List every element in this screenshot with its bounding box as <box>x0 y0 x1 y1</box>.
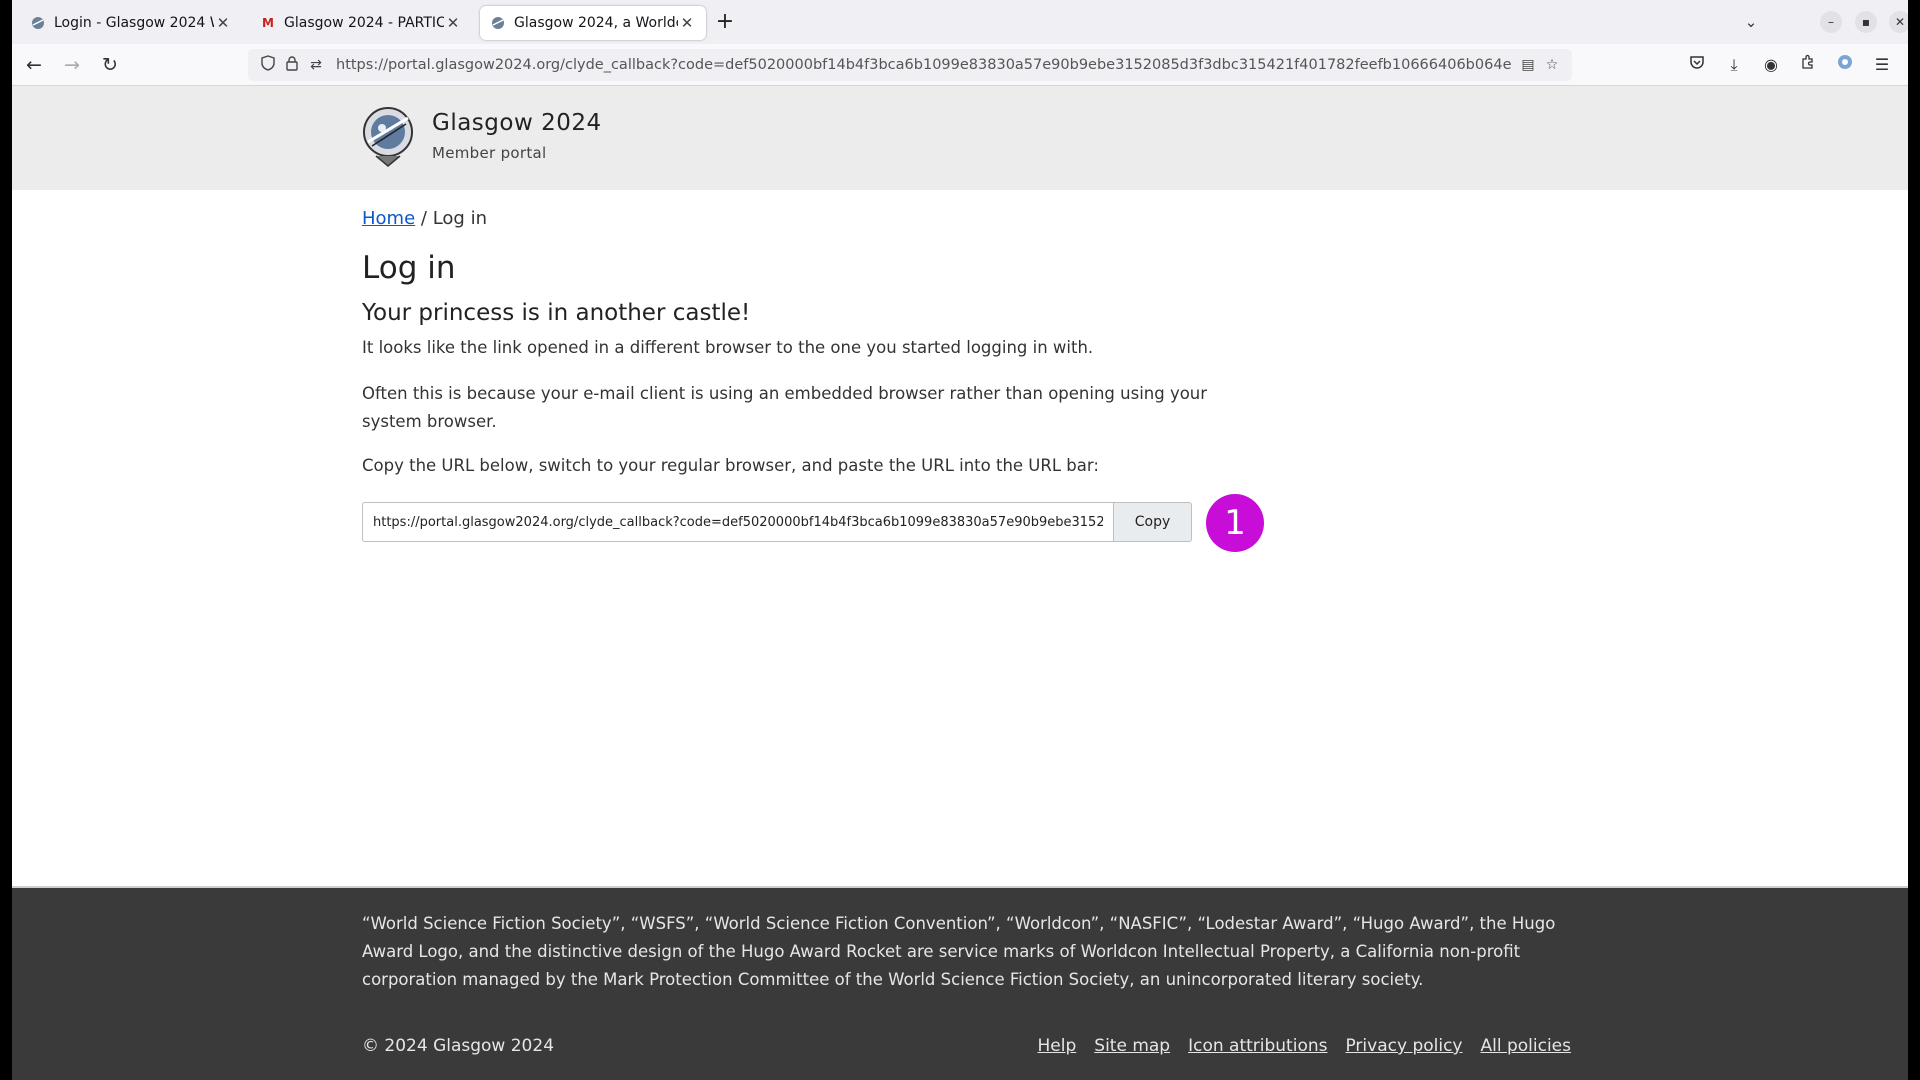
maximize-icon[interactable]: ▪ <box>1855 11 1877 33</box>
gmail-favicon-icon: M <box>262 16 274 30</box>
download-icon[interactable]: ⤓ <box>1721 53 1747 77</box>
footer-links: Help Site map Icon attributions Privacy … <box>1038 1036 1571 1056</box>
extension-badge-icon[interactable] <box>1832 53 1858 77</box>
breadcrumb-home-link[interactable]: Home <box>362 208 415 229</box>
footer-link-all-policies[interactable]: All policies <box>1480 1036 1571 1056</box>
close-icon[interactable]: ✕ <box>678 14 696 32</box>
reload-icon[interactable]: ↻ <box>96 52 124 78</box>
tab-title: Glasgow 2024, a Worldco <box>514 15 678 31</box>
worldcon-favicon-icon <box>30 15 46 31</box>
site-subtitle: Member portal <box>432 144 547 162</box>
tab-title: Glasgow 2024 - PARTICIP <box>284 15 444 31</box>
explanation-text: It looks like the link opened in a diffe… <box>362 338 1094 357</box>
extensions-icon[interactable] <box>1795 53 1821 77</box>
lock-icon[interactable] <box>280 55 304 75</box>
tab-title: Login - Glasgow 2024 Wo <box>54 15 214 31</box>
url-text[interactable]: https://portal.glasgow2024.org/clyde_cal… <box>336 57 1516 73</box>
site-header: Glasgow 2024 Member portal <box>12 86 1908 190</box>
tab-worldcon-active[interactable]: Glasgow 2024, a Worldco ✕ <box>480 6 706 40</box>
bookmark-star-icon[interactable]: ☆ <box>1540 57 1564 73</box>
page-title: Log in <box>362 250 456 286</box>
footer-link-help[interactable]: Help <box>1038 1036 1077 1056</box>
callback-url-input[interactable] <box>362 502 1114 542</box>
new-tab-plus-icon[interactable]: + <box>712 10 738 36</box>
service-marks-notice: “World Science Fiction Society”, “WSFS”,… <box>362 914 1556 989</box>
tab-login[interactable]: Login - Glasgow 2024 Wo ✕ <box>20 6 242 40</box>
copy-instructions-text: Copy the URL below, switch to your regul… <box>362 456 1099 475</box>
navigation-toolbar: ← → ↻ ⇄ https://portal.glasgow2024.org/c… <box>12 44 1908 86</box>
embedded-browser-text: Often this is because your e-mail client… <box>362 384 1208 431</box>
permissions-icon[interactable]: ⇄ <box>304 57 328 73</box>
site-footer: “World Science Fiction Society”, “WSFS”,… <box>12 886 1908 1080</box>
pocket-icon[interactable] <box>1684 53 1710 77</box>
back-arrow-icon[interactable]: ← <box>20 52 48 78</box>
address-bar[interactable]: ⇄ https://portal.glasgow2024.org/clyde_c… <box>248 49 1572 81</box>
forward-arrow-icon[interactable]: → <box>58 52 86 78</box>
footer-link-privacy-policy[interactable]: Privacy policy <box>1345 1036 1462 1056</box>
footer-link-site-map[interactable]: Site map <box>1094 1036 1170 1056</box>
breadcrumb-current: Log in <box>432 208 487 229</box>
menu-hamburger-icon[interactable]: ☰ <box>1869 53 1895 77</box>
glasgow-2024-logo-icon[interactable] <box>362 106 414 168</box>
reader-view-icon[interactable]: ▤ <box>1516 57 1540 73</box>
close-icon[interactable]: ✕ <box>444 14 462 32</box>
list-all-tabs-chevron-icon[interactable]: ⌄ <box>1740 11 1762 33</box>
page-subtitle: Your princess is in another castle! <box>362 300 751 326</box>
shield-icon[interactable] <box>256 55 280 75</box>
window-close-icon[interactable]: ✕ <box>1889 11 1908 33</box>
browser-window: Login - Glasgow 2024 Wo ✕ M Glasgow 2024… <box>12 0 1908 1080</box>
close-icon[interactable]: ✕ <box>214 14 232 32</box>
worldcon-favicon-icon <box>490 15 506 31</box>
copyright-text: © 2024 Glasgow 2024 <box>362 1036 555 1056</box>
step-marker-badge: 1 <box>1206 494 1264 552</box>
minimize-icon[interactable]: – <box>1820 11 1842 33</box>
tab-gmail[interactable]: M Glasgow 2024 - PARTICIP ✕ <box>250 6 472 40</box>
footer-link-icon-attributions[interactable]: Icon attributions <box>1188 1036 1327 1056</box>
breadcrumb-separator: / <box>420 208 427 229</box>
copy-button[interactable]: Copy <box>1114 502 1192 542</box>
tab-strip: Login - Glasgow 2024 Wo ✕ M Glasgow 2024… <box>12 0 1908 44</box>
breadcrumb: Home / Log in <box>362 208 487 229</box>
account-icon[interactable]: ◉ <box>1758 53 1784 77</box>
site-name[interactable]: Glasgow 2024 <box>432 110 602 136</box>
url-copy-group: Copy <box>362 502 1192 542</box>
